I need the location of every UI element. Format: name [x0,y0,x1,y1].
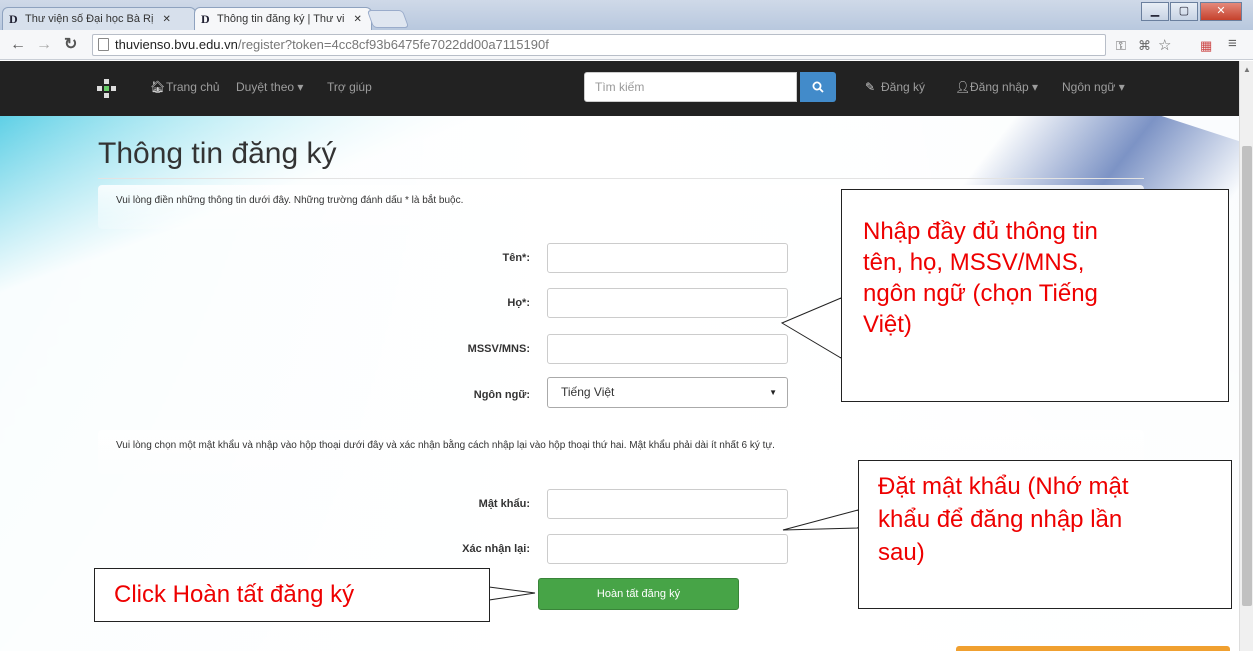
language-label: Ngôn ngữ: [473,389,530,401]
callout-line: khẩu để đăng nhập lần [878,506,1123,533]
info-callout: Nhập đầy đủ thông tin tên, họ, MSSV/MNS,… [841,189,1229,402]
student-id-label: MSSV/MNS: [467,343,530,355]
scroll-up-icon[interactable]: ▲ [1243,65,1251,74]
site-logo-icon[interactable] [97,79,116,98]
last-name-label: Họ*: [507,297,530,309]
close-window-button[interactable]: ✕ [1200,2,1242,21]
callout-line: tên, họ, MSSV/MNS, [863,249,1085,276]
password-callout: Đặt mật khẩu (Nhớ mật khẩu để đăng nhập … [858,460,1232,609]
browser-tab-1[interactable]: D Thư viện số Đại học Bà Rị ✕ [2,7,196,30]
pencil-icon: ✎ [865,80,876,94]
star-icon[interactable]: ☆ [1158,36,1171,54]
close-tab-icon[interactable]: ✕ [353,14,361,25]
address-bar[interactable]: thuvienso.bvu.edu.vn/register?token=4cc8… [92,34,1106,56]
site-navbar: 🏠︎ Trang chủ Duyệt theo ▾ Trợ giúp Tìm k… [0,61,1239,116]
language-select-value: Tiếng Việt [561,385,615,399]
nav-register[interactable]: Đăng ký [881,80,925,94]
dropdown-arrow-icon: ▼ [769,388,777,397]
password-input[interactable] [547,489,788,519]
nav-help[interactable]: Trợ giúp [327,80,372,94]
minimize-button[interactable]: ▁ [1141,2,1169,21]
maximize-button[interactable]: ▢ [1170,2,1198,21]
tab-title: Thông tin đăng ký | Thư vi [217,13,345,25]
tab-title: Thư viện số Đại học Bà Rị [25,13,154,25]
submit-registration-button[interactable]: Hoàn tất đăng ký [538,578,739,610]
site-favicon-icon: D [201,12,210,26]
url-host: thuvienso.bvu.edu.vn [115,37,238,52]
first-name-input[interactable] [547,243,788,273]
close-tab-icon[interactable]: ✕ [162,14,170,25]
password-label: Mật khẩu: [478,498,530,510]
confirm-password-label: Xác nhận lại: [462,543,530,555]
search-button[interactable] [800,72,836,102]
password-instruction-text: Vui lòng chọn một mật khẩu và nhập vào h… [116,440,775,451]
first-name-label: Tên*: [502,252,531,264]
new-tab-button[interactable] [366,10,410,28]
menu-icon[interactable]: ≡ [1228,35,1237,52]
nav-login[interactable]: Đăng nhập ▾ [970,80,1038,94]
search-icon [812,81,824,93]
last-name-input[interactable] [547,288,788,318]
callout-line: Đặt mật khẩu (Nhớ mật [878,473,1129,500]
browser-toolbar: ← → ↻ thuvienso.bvu.edu.vn/register?toke… [0,30,1253,60]
submit-callout: Click Hoàn tất đăng ký [94,568,490,622]
orange-footer-button[interactable] [956,646,1230,651]
url-path: /register?token=4cc8cf93b6475fe7022dd00a… [237,37,549,52]
back-icon[interactable]: ← [10,35,26,55]
site-favicon-icon: D [9,12,18,26]
confirm-password-input[interactable] [547,534,788,564]
browser-tab-2[interactable]: D Thông tin đăng ký | Thư vi ✕ [194,7,372,30]
search-input[interactable]: Tìm kiếm [584,72,797,102]
student-id-input[interactable] [547,334,788,364]
page-icon [98,38,109,51]
title-divider [98,178,1144,179]
reload-icon[interactable]: ↻ [64,35,77,55]
browser-tabbar: D Thư viện số Đại học Bà Rị ✕ D Thông ti… [0,0,1253,30]
home-icon: 🏠︎ [150,80,166,94]
nav-home[interactable]: Trang chủ [166,80,220,94]
forward-icon[interactable]: → [36,35,52,55]
user-icon: 👤︎ [955,80,971,94]
instruction-text: Vui lòng điền những thông tin dưới đây. … [116,195,464,206]
callout-line: Việt) [863,311,912,338]
translate-icon[interactable]: ⌘ [1138,38,1151,54]
callout-line: ngôn ngữ (chọn Tiếng [863,280,1098,307]
nav-language[interactable]: Ngôn ngữ ▾ [1062,80,1125,94]
nav-browse[interactable]: Duyệt theo ▾ [236,80,303,94]
page-title: Thông tin đăng ký [98,137,337,170]
page-scrollbar[interactable]: ▲ [1239,61,1253,651]
callout-line: sau) [878,539,925,566]
scrollbar-thumb[interactable] [1242,146,1252,606]
language-select[interactable]: Tiếng Việt ▼ [547,377,788,408]
key-icon[interactable]: ⚿ [1116,38,1126,54]
extension-icon[interactable]: ▦ [1200,38,1212,54]
callout-line: Nhập đầy đủ thông tin [863,218,1098,245]
